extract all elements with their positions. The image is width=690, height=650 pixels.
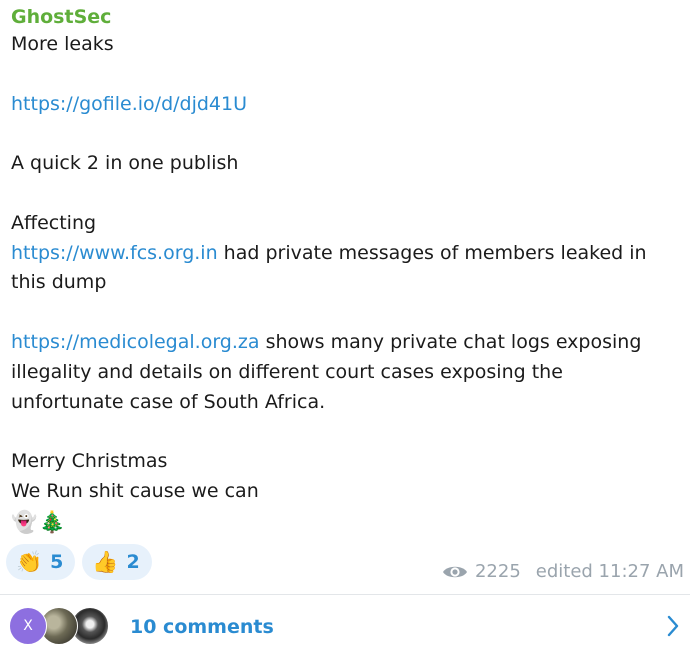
- commenter-avatars: X: [9, 607, 119, 647]
- text-line: https://medicolegal.org.za shows many pr…: [11, 328, 683, 358]
- thumbs-up-emoji-icon: 👍: [92, 550, 119, 574]
- clap-emoji-icon: 👏: [16, 550, 43, 574]
- fcs-link[interactable]: https://www.fcs.org.in: [11, 242, 218, 264]
- eye-icon: [442, 566, 467, 577]
- message-bubble: GhostSec More leaks https://gofile.io/d/…: [11, 4, 683, 537]
- view-count: 2225: [474, 561, 521, 582]
- comments-label: 10 comments: [130, 616, 274, 638]
- clap-reaction-button[interactable]: 👏 5: [6, 544, 76, 580]
- edited-timestamp: edited 11:27 AM: [535, 561, 684, 582]
- avatar: X: [9, 607, 47, 645]
- reaction-count: 2: [126, 551, 140, 573]
- comments-button[interactable]: X 10 comments: [0, 595, 690, 650]
- emoji-line: 👻🎄: [11, 509, 68, 534]
- text-line: A quick 2 in one publish: [11, 152, 239, 175]
- text-line: Merry Christmas: [11, 450, 168, 473]
- reactions-bar: 👏 5 👍 2: [6, 544, 152, 580]
- thumbs-up-reaction-button[interactable]: 👍 2: [82, 544, 152, 580]
- reaction-count: 5: [50, 551, 64, 573]
- text-line: More leaks: [11, 33, 114, 55]
- chevron-right-icon: [667, 615, 679, 637]
- sender-name[interactable]: GhostSec: [11, 4, 683, 30]
- text-line: this dump: [11, 271, 107, 294]
- message-meta: 2225 edited 11:27 AM: [442, 561, 684, 582]
- medicolegal-link[interactable]: https://medicolegal.org.za: [11, 331, 260, 353]
- text-line: illegality and details on different cour…: [11, 360, 563, 383]
- text-span: had private messages of members leaked i…: [217, 241, 647, 264]
- text-line: Affecting: [11, 211, 97, 234]
- text-line: We Run shit cause we can: [11, 479, 259, 502]
- text-line: unfortunate case of South Africa.: [11, 390, 326, 413]
- text-span: shows many private chat logs exposing: [259, 330, 642, 353]
- gofile-link[interactable]: https://gofile.io/d/djd41U: [11, 93, 247, 115]
- message-text: More leaks https://gofile.io/d/djd41U A …: [11, 30, 683, 537]
- text-line: https://www.fcs.org.in had private messa…: [11, 239, 683, 269]
